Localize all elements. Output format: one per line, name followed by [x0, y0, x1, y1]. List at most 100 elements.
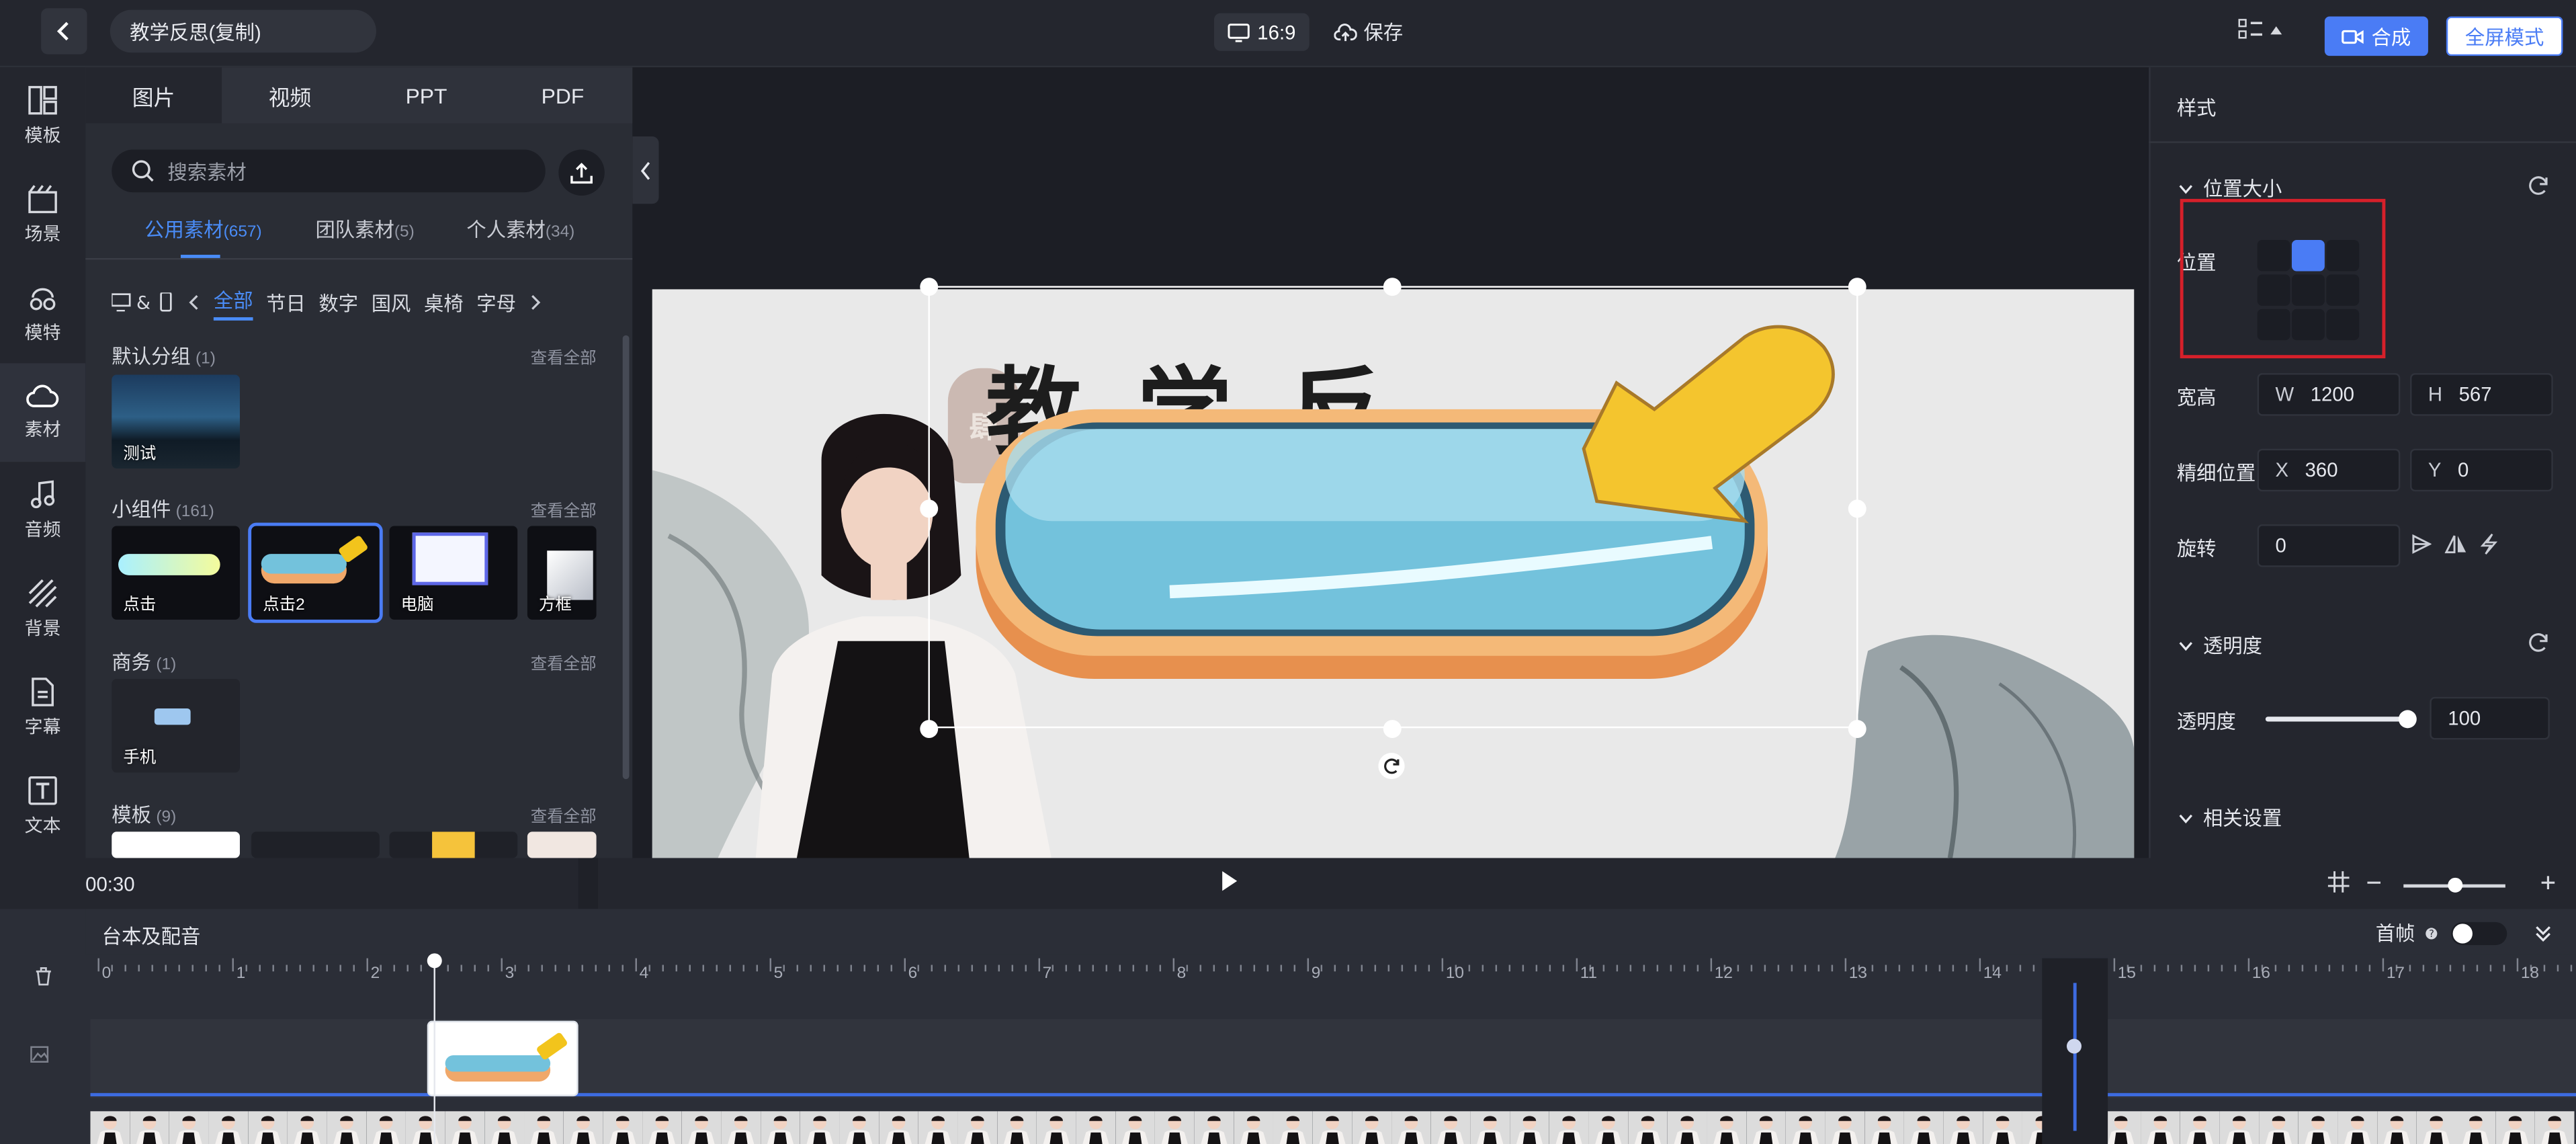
asset-thumb[interactable]: 测试	[112, 374, 240, 468]
source-tab-count: (5)	[394, 223, 415, 242]
script-track-label[interactable]: 台本及配音	[102, 922, 201, 950]
avatar-frame	[327, 1111, 367, 1144]
resize-handle[interactable]	[920, 720, 939, 738]
resize-handle[interactable]	[920, 499, 939, 518]
section-title: 透明度	[2202, 634, 2263, 658]
avatar-frame	[2495, 1111, 2535, 1144]
device-filter-icon[interactable]: &	[112, 292, 174, 313]
zoom-out-icon[interactable]	[2366, 874, 2382, 890]
project-title[interactable]: 教学反思(复制)	[110, 9, 376, 53]
trash-icon[interactable]	[34, 967, 52, 986]
opacity-input[interactable]: 100	[2430, 696, 2550, 740]
resize-handle[interactable]	[1848, 720, 1866, 738]
play-icon[interactable]	[1219, 870, 1238, 893]
zoom-slider[interactable]	[2403, 877, 2505, 893]
tab-pdf[interactable]: PDF	[495, 67, 631, 123]
template-thumb[interactable]	[389, 831, 518, 858]
avatar-track[interactable]	[90, 1111, 2576, 1144]
resize-handle[interactable]	[1383, 720, 1402, 738]
template-thumb[interactable]	[112, 831, 240, 858]
section-related[interactable]: 相关设置	[2178, 804, 2282, 832]
flip-horizontal-icon[interactable]	[2411, 534, 2432, 555]
time-ruler[interactable]	[85, 955, 2576, 988]
tab-video[interactable]: 视频	[222, 67, 358, 123]
view-all-link[interactable]: 查看全部	[531, 343, 597, 368]
nav-item-subtitle[interactable]: 字幕	[0, 659, 85, 758]
reset-icon[interactable]	[2527, 174, 2550, 197]
tab-image[interactable]: 图片	[85, 67, 222, 124]
chevron-left-icon[interactable]	[187, 294, 201, 311]
asset-thumb[interactable]: 方框	[527, 526, 597, 620]
category-number[interactable]: 数字	[318, 288, 358, 317]
resize-handle[interactable]	[1383, 278, 1402, 296]
nav-item-assets[interactable]: 素材	[0, 363, 86, 462]
avatar-frame	[1391, 1111, 1431, 1144]
nav-item-text[interactable]: 文本	[0, 758, 85, 856]
collapse-panel-button[interactable]	[632, 136, 659, 204]
vertical-zoom-knob[interactable]	[2067, 1038, 2082, 1054]
x-input[interactable]: X 360	[2257, 448, 2401, 492]
opacity-slider[interactable]	[2265, 710, 2416, 729]
scrollbar[interactable]	[622, 335, 630, 780]
nav-item-model[interactable]: 模特	[0, 265, 85, 364]
left-nav: 模板 场景 模特 素材 音频 背景 字幕 文本	[0, 67, 86, 955]
view-all-link[interactable]: 查看全部	[531, 802, 597, 827]
timeline-clip[interactable]	[427, 1020, 578, 1097]
resize-handle[interactable]	[920, 278, 939, 296]
playhead-handle[interactable]	[427, 953, 442, 969]
layout-menu-button[interactable]	[2237, 18, 2282, 41]
category-holiday[interactable]: 节日	[266, 288, 306, 317]
asset-thumb[interactable]: 点击2	[248, 522, 383, 623]
grid-icon[interactable]	[2327, 871, 2350, 893]
collapse-double-chevron-icon[interactable]	[2533, 923, 2552, 942]
playhead[interactable]	[433, 954, 435, 1144]
vertical-zoom-slider[interactable]	[2073, 983, 2077, 1131]
rotate-input[interactable]: 0	[2257, 524, 2401, 567]
flip-vertical-icon[interactable]	[2479, 532, 2499, 555]
height-input[interactable]: H 567	[2410, 373, 2553, 416]
save-button[interactable]: 保存	[1334, 13, 1403, 51]
zoom-in-icon[interactable]	[2540, 874, 2556, 890]
rotate-handle[interactable]	[1378, 752, 1405, 780]
asset-thumb[interactable]: 手机	[112, 678, 240, 773]
first-frame-toggle[interactable]	[2451, 921, 2507, 944]
compose-button[interactable]: 合成	[2324, 16, 2428, 56]
selection-frame[interactable]	[928, 286, 1858, 729]
fullscreen-button[interactable]: 全屏模式	[2446, 16, 2563, 56]
source-tab-team[interactable]: 团队素材(5)	[315, 215, 414, 243]
source-tab-public[interactable]: 公用素材(657)	[144, 215, 262, 243]
aspect-ratio-button[interactable]: 16:9	[1213, 13, 1310, 51]
back-button[interactable]	[41, 8, 87, 54]
search-input[interactable]: 搜索素材	[112, 149, 546, 193]
asset-thumb[interactable]: 点击	[112, 526, 240, 620]
category-letter[interactable]: 字母	[476, 288, 516, 317]
mirror-icon[interactable]	[2444, 534, 2467, 554]
resize-handle[interactable]	[1848, 278, 1866, 296]
section-position-size[interactable]: 位置大小	[2178, 174, 2282, 202]
nav-item-scene[interactable]: 场景	[0, 166, 85, 265]
chevron-right-icon[interactable]	[529, 294, 543, 311]
template-thumb[interactable]	[527, 831, 597, 858]
help-icon[interactable]: ?	[2425, 926, 2438, 940]
source-tab-personal[interactable]: 个人素材(34)	[466, 215, 574, 243]
asset-thumb[interactable]: 电脑	[389, 526, 518, 620]
width-input[interactable]: W 1200	[2257, 373, 2401, 416]
zoom-slider-knob[interactable]	[2448, 877, 2463, 893]
ruler-tick-label: 13	[1848, 965, 1867, 983]
resize-handle[interactable]	[1848, 499, 1866, 518]
y-input[interactable]: Y0	[2410, 448, 2553, 492]
category-all[interactable]: 全部	[213, 285, 253, 320]
category-furniture[interactable]: 桌椅	[424, 288, 464, 317]
nav-item-template[interactable]: 模板	[0, 67, 85, 166]
asset-label: 方框	[539, 596, 572, 615]
tab-ppt[interactable]: PPT	[358, 67, 495, 123]
nav-item-audio[interactable]: 音频	[0, 462, 85, 561]
reset-icon[interactable]	[2527, 631, 2550, 654]
nav-item-background[interactable]: 背景	[0, 561, 85, 659]
section-opacity[interactable]: 透明度	[2178, 631, 2262, 659]
upload-button[interactable]	[558, 149, 605, 196]
category-chinese-style[interactable]: 国风	[372, 288, 411, 317]
template-thumb[interactable]	[251, 831, 380, 858]
view-all-link[interactable]: 查看全部	[531, 497, 597, 521]
view-all-link[interactable]: 查看全部	[531, 649, 597, 674]
